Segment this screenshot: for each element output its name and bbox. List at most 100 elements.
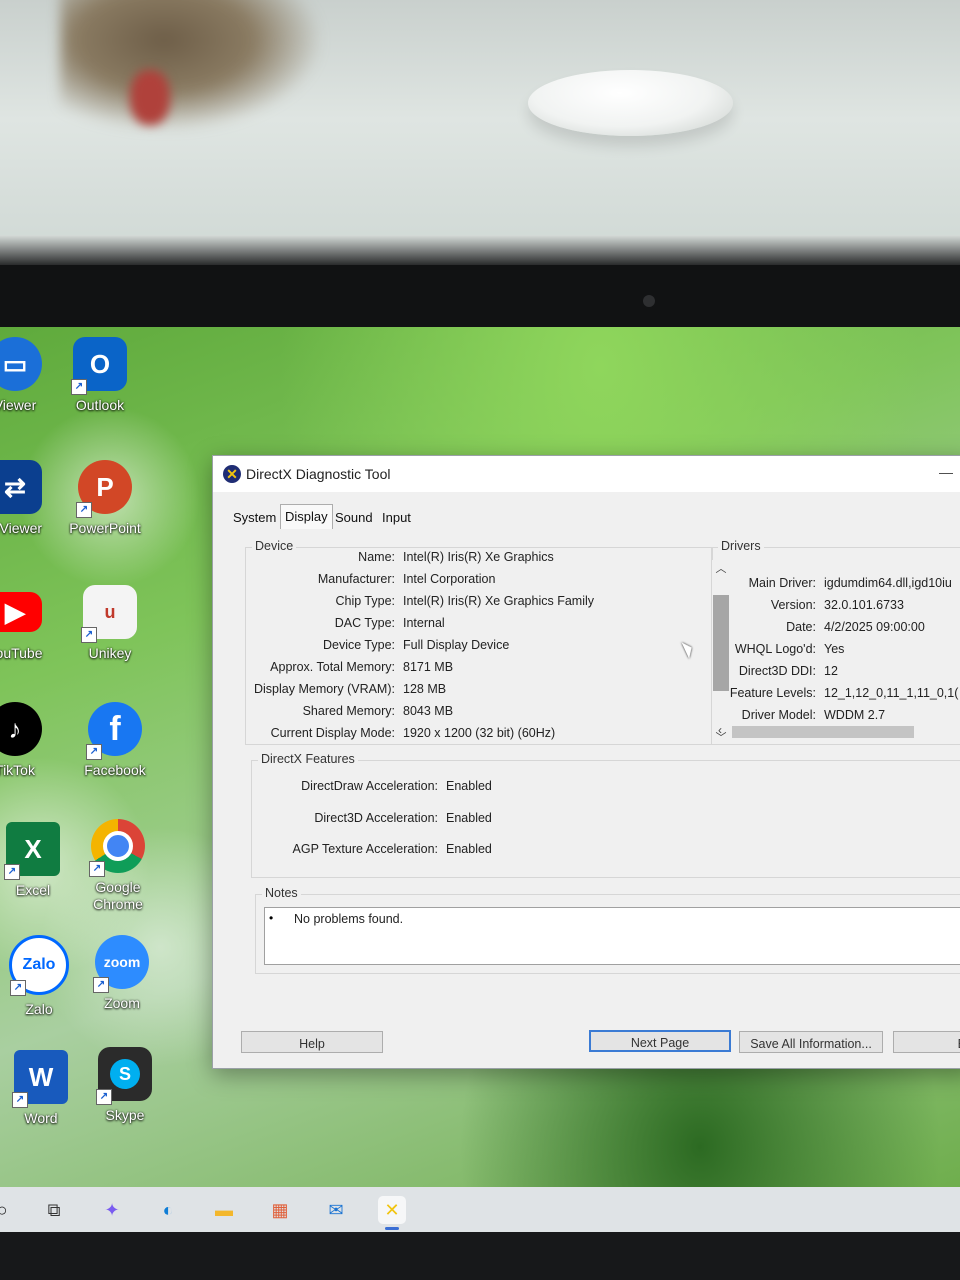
- icon-glyph: f: [109, 709, 121, 748]
- desktop-icon-facebook[interactable]: f ↗ Facebook: [70, 702, 160, 779]
- device-info-row-value: Full Display Device: [403, 638, 510, 652]
- dxdiag-window: ✕ DirectX Diagnostic Tool — System Displ…: [212, 455, 960, 1069]
- feature-row-value: Enabled: [446, 842, 492, 856]
- title-bar[interactable]: ✕ DirectX Diagnostic Tool —: [213, 456, 960, 492]
- help-button[interactable]: Help: [241, 1031, 383, 1053]
- shortcut-arrow-icon: ↗: [12, 1092, 28, 1108]
- computer-mouse: [528, 70, 733, 136]
- dxdiag-app-icon: ✕: [223, 465, 241, 483]
- microsoft-store-icon[interactable]: ▦: [266, 1196, 294, 1224]
- minimize-button[interactable]: —: [939, 464, 953, 480]
- edge-icon[interactable]: ◐: [154, 1196, 182, 1224]
- next-page-button[interactable]: Next Page: [589, 1030, 731, 1052]
- tab-system[interactable]: System: [229, 508, 280, 528]
- icon-glyph: O: [89, 348, 111, 379]
- scrollbar-thumb[interactable]: [732, 726, 914, 738]
- shortcut-arrow-icon: ↗: [89, 861, 105, 877]
- copilot-icon[interactable]: ✦: [98, 1196, 126, 1224]
- desktop-icon-viewer[interactable]: ▭ Viewer: [0, 337, 60, 414]
- desktop-icon-skype[interactable]: S ↗ Skype: [80, 1047, 170, 1124]
- background-room: [0, 0, 960, 265]
- driver-info-row-value: 12: [824, 664, 838, 678]
- feature-row-label: DirectDraw Acceleration:: [301, 779, 438, 793]
- device-info-row: Manufacturer: Intel Corporation: [246, 572, 496, 592]
- desktop-icon-zoom[interactable]: zoom ↗ Zoom: [77, 935, 167, 1012]
- features-group-title: DirectX Features: [258, 752, 358, 766]
- tab-sound[interactable]: Sound: [331, 508, 377, 528]
- teamviewer-icon: ⇄: [0, 460, 42, 514]
- driver-info-row-value: Yes: [824, 642, 845, 656]
- zoom-icon: zoom ↗: [93, 935, 149, 993]
- driver-info-row: Date: 4/2/2025 09:00:00: [712, 620, 925, 640]
- feature-row-value: Enabled: [446, 779, 492, 793]
- driver-info-row: Direct3D DDI: 12: [712, 664, 838, 684]
- exit-button[interactable]: E: [893, 1031, 960, 1053]
- desktop-icon-teamviewer[interactable]: ⇄ mViewer: [0, 460, 60, 537]
- youtube-icon: ▶: [0, 592, 42, 632]
- device-info-row-value: Intel(R) Iris(R) Xe Graphics: [403, 550, 554, 564]
- desktop-icon-outlook[interactable]: O ↗ Outlook: [55, 337, 145, 414]
- driver-info-row-label: Driver Model:: [741, 708, 816, 722]
- feature-row: AGP Texture Acceleration: Enabled: [252, 842, 492, 862]
- facebook-icon: f ↗: [86, 702, 142, 760]
- driver-info-row-value: 32.0.101.6733: [824, 598, 904, 612]
- icon-glyph: X: [24, 833, 42, 864]
- shortcut-arrow-icon: ↗: [10, 980, 26, 996]
- desktop-icon-powerpoint[interactable]: P ↗ PowerPoint: [60, 460, 150, 537]
- device-info-row-value: Intel(R) Iris(R) Xe Graphics Family: [403, 594, 594, 608]
- device-info-row: DAC Type: Internal: [246, 616, 445, 636]
- tab-input[interactable]: Input: [378, 508, 415, 528]
- save-all-information-button[interactable]: Save All Information...: [739, 1031, 883, 1053]
- desktop-icon-chrome[interactable]: ↗ Google Chrome: [73, 819, 163, 913]
- desk-edge: [0, 235, 960, 265]
- notes-textbox[interactable]: • No problems found.: [264, 907, 960, 965]
- driver-info-row: Main Driver: igdumdim64.dll,igd10iu: [712, 576, 952, 596]
- outlook-icon: O ↗: [71, 337, 127, 395]
- task-view-icon[interactable]: ⧉: [40, 1196, 68, 1224]
- search-icon[interactable]: ○: [0, 1196, 16, 1224]
- chrome-center: [103, 831, 133, 861]
- dxdiag-icon[interactable]: ✕: [378, 1196, 406, 1230]
- icon-glyph: zoom: [103, 954, 141, 970]
- device-info-row: Current Display Mode: 1920 x 1200 (32 bit…: [246, 726, 556, 746]
- plant-blur: [60, 0, 320, 130]
- driver-info-row-label: Main Driver:: [748, 576, 816, 590]
- notes-group: Notes • No problems found.: [255, 886, 960, 974]
- driver-info-row-label: WHQL Logo'd:: [734, 642, 816, 656]
- device-info-row-value: 8171 MB: [403, 660, 454, 674]
- desktop-icon-unikey[interactable]: u ↗ Unikey: [65, 585, 155, 662]
- notes-group-title: Notes: [262, 886, 301, 900]
- window-title: DirectX Diagnostic Tool: [246, 466, 391, 482]
- feature-row-value: Enabled: [446, 810, 492, 825]
- drivers-group: Drivers Main Driver: igdumdim64.dll,igd10…: [711, 539, 960, 745]
- mail-icon[interactable]: ✉: [322, 1196, 350, 1224]
- file-explorer-icon[interactable]: ▬: [210, 1196, 238, 1224]
- scroll-left-arrow-icon[interactable]: ‹: [718, 723, 722, 737]
- device-info-row: Display Memory (VRAM): 128 MB: [246, 682, 446, 702]
- drivers-horizontal-scrollbar[interactable]: ‹: [718, 723, 960, 739]
- red-decoration: [130, 70, 170, 125]
- drivers-group-title: Drivers: [718, 539, 764, 553]
- shortcut-arrow-icon: ↗: [81, 627, 97, 643]
- driver-info-row-value: 12_1,12_0,11_1,11_0,1(: [824, 686, 959, 700]
- icon-glyph: ▭: [2, 348, 28, 379]
- desktop-icon-zalo[interactable]: Zalo ↗ Zalo: [0, 935, 84, 1018]
- driver-info-row-label: Date:: [786, 620, 816, 634]
- feature-row: Direct3D Acceleration: Enabled: [252, 811, 492, 831]
- icon-glyph: W: [28, 1061, 54, 1092]
- feature-row-label: AGP Texture Acceleration:: [292, 842, 438, 856]
- device-info-row-label: Display Memory (VRAM):: [254, 682, 395, 696]
- desktop-icon-tiktok[interactable]: ♪ TikTok: [0, 702, 60, 779]
- device-info-row-value: 8043 MB: [403, 704, 454, 718]
- icon-glyph: ⇄: [4, 471, 26, 502]
- driver-info-row: Version: 32.0.101.6733: [712, 598, 904, 618]
- desktop-icon-word[interactable]: W ↗ Word: [0, 1050, 86, 1127]
- tab-display[interactable]: Display: [280, 504, 333, 529]
- word-icon: W ↗: [12, 1050, 68, 1108]
- device-info-row-label: Approx. Total Memory:: [270, 660, 395, 674]
- desktop-icon-excel[interactable]: X ↗ Excel: [0, 822, 78, 899]
- desktop-icon-youtube[interactable]: ▶ YouTube: [0, 585, 60, 662]
- device-info-row: Chip Type: Intel(R) Iris(R) Xe Graphics F…: [246, 594, 594, 614]
- driver-info-row-label: Version:: [770, 598, 816, 612]
- shortcut-arrow-icon: ↗: [86, 744, 102, 760]
